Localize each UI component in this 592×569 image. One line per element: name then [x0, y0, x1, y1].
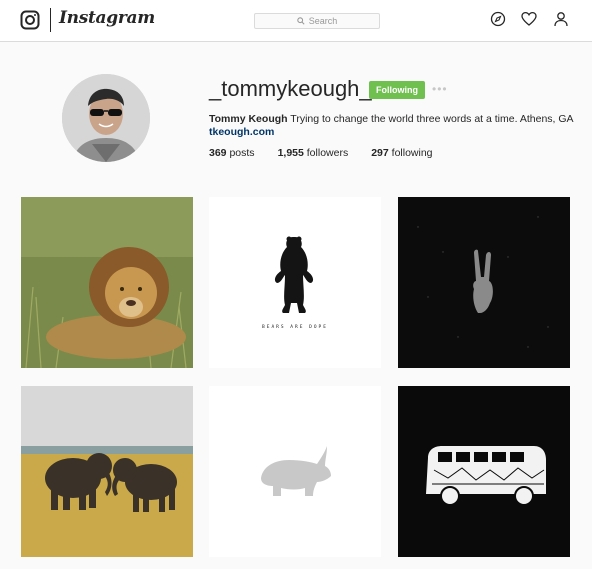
followers-count: 1,955 [277, 147, 304, 159]
posts-count: 369 [209, 147, 227, 159]
rhino-illustration [209, 386, 381, 557]
elephants-photo [21, 386, 193, 557]
post-tile-vw-bus[interactable] [398, 386, 570, 557]
heart-icon[interactable] [521, 11, 537, 27]
following-count: 297 [371, 147, 389, 159]
profile-display-name: Tommy Keough [209, 113, 288, 125]
profile-bio: Tommy Keough Trying to change the world … [209, 113, 574, 125]
post-tile-rhino[interactable] [209, 386, 381, 557]
explore-compass-icon[interactable] [490, 11, 506, 27]
following-label: following [391, 147, 433, 159]
more-options-icon[interactable]: ••• [432, 83, 450, 96]
profile-bio-text: Trying to change the world three words a… [290, 113, 574, 125]
posts-label: posts [229, 147, 255, 159]
post-tile-bear[interactable]: BEARS ARE DOPE [209, 197, 381, 368]
avatar-photo [62, 74, 150, 162]
instagram-wordmark[interactable]: Instagram [59, 8, 155, 28]
search-icon [297, 17, 305, 25]
vw-bus-illustration [398, 386, 570, 557]
following-button[interactable]: Following [369, 81, 425, 99]
profile-website-link[interactable]: tkeough.com [209, 126, 274, 138]
profile-stats: 369 posts 1,955 followers 297 following [209, 147, 456, 159]
followers-stat[interactable]: 1,955 followers [278, 147, 349, 159]
profile-icon[interactable] [553, 11, 569, 27]
following-stat[interactable]: 297 following [371, 147, 432, 159]
lion-photo [21, 197, 193, 368]
header-divider [50, 8, 51, 32]
profile-avatar[interactable] [62, 74, 150, 162]
instagram-logo-icon[interactable] [20, 10, 40, 30]
post-tile-lion[interactable] [21, 197, 193, 368]
search-input[interactable]: Search [254, 13, 380, 29]
followers-label: followers [306, 147, 349, 159]
peace-hand-photo [398, 197, 570, 368]
bear-illustration [209, 197, 381, 368]
posts-stat: 369 posts [209, 147, 255, 159]
search-placeholder: Search [308, 16, 338, 26]
post-tile-elephants[interactable] [21, 386, 193, 557]
bear-post-caption: BEARS ARE DOPE [262, 325, 328, 330]
profile-username: _tommykeough_ [209, 76, 372, 101]
top-navigation-bar: Instagram Search [0, 0, 592, 42]
post-tile-peace-hand[interactable] [398, 197, 570, 368]
